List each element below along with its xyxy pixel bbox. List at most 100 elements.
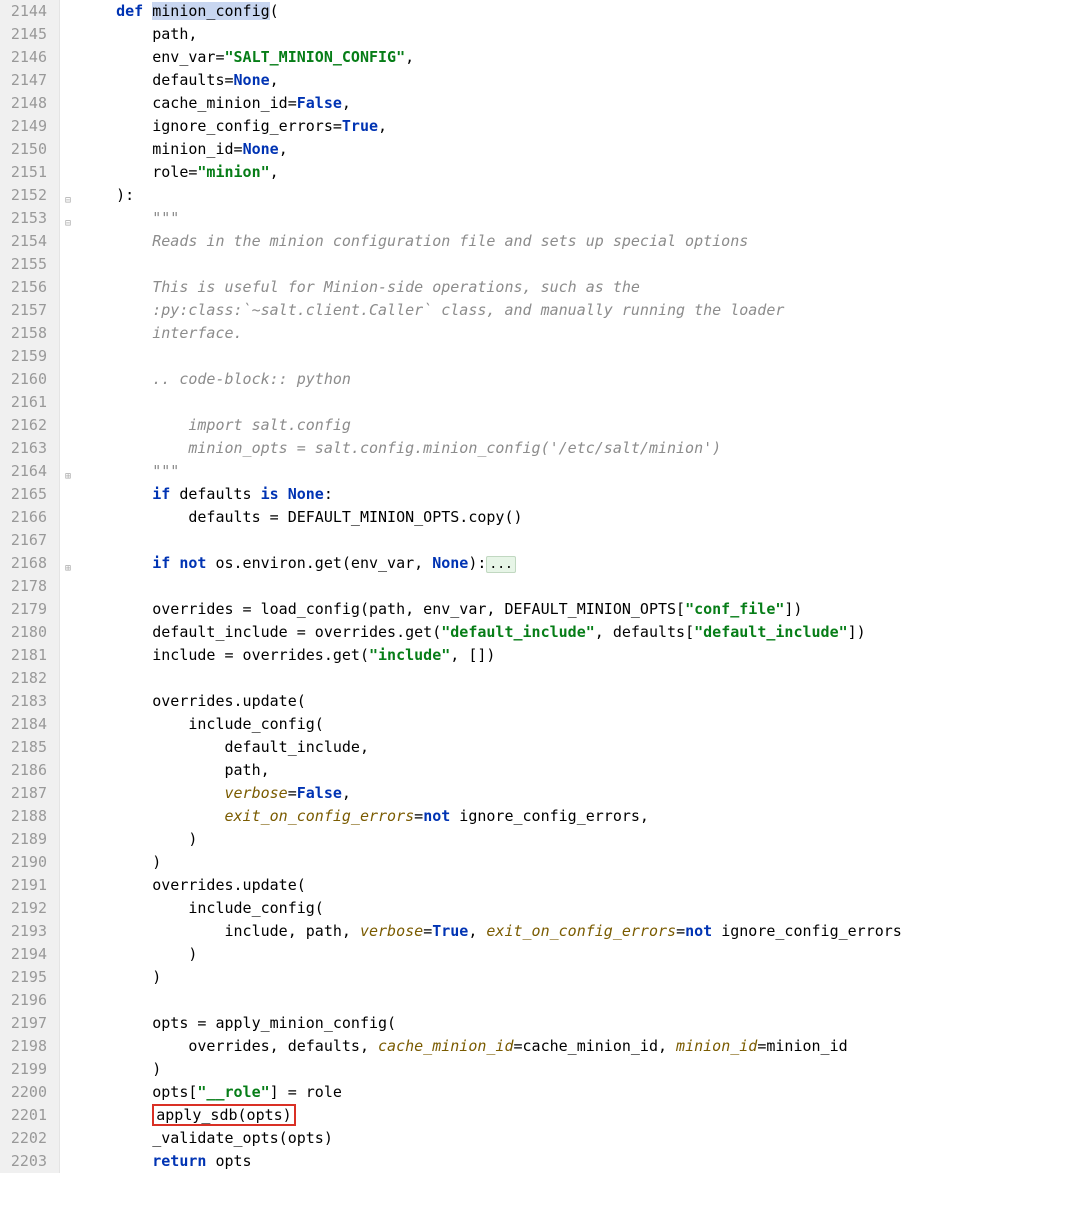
code-line[interactable] (80, 989, 1080, 1012)
code-line[interactable]: overrides, defaults, cache_minion_id=cac… (80, 1035, 1080, 1058)
code-line[interactable]: _validate_opts(opts) (80, 1127, 1080, 1150)
code-line[interactable] (80, 529, 1080, 552)
code-line[interactable]: opts = apply_minion_config( (80, 1012, 1080, 1035)
line-number[interactable]: 2192 (6, 897, 47, 920)
code-line[interactable]: default_include = overrides.get("default… (80, 621, 1080, 644)
code-line[interactable] (80, 667, 1080, 690)
line-number-gutter[interactable]: 2144214521462147214821492150215121522153… (0, 0, 60, 1173)
code-editor[interactable]: 2144214521462147214821492150215121522153… (0, 0, 1080, 1173)
code-line[interactable]: opts["__role"] = role (80, 1081, 1080, 1104)
line-number[interactable]: 2185 (6, 736, 47, 759)
line-number[interactable]: 2193 (6, 920, 47, 943)
line-number[interactable]: 2149 (6, 115, 47, 138)
code-line[interactable]: :py:class:`~salt.client.Caller` class, a… (80, 299, 1080, 322)
line-number[interactable]: 2162 (6, 414, 47, 437)
line-number[interactable]: 2191 (6, 874, 47, 897)
line-number[interactable]: 2156 (6, 276, 47, 299)
code-line[interactable]: overrides.update( (80, 874, 1080, 897)
line-number[interactable]: 2179 (6, 598, 47, 621)
code-line[interactable]: return opts (80, 1150, 1080, 1173)
code-line[interactable]: if not os.environ.get(env_var, None):... (80, 552, 1080, 575)
code-line[interactable]: minion_opts = salt.config.minion_config(… (80, 437, 1080, 460)
line-number[interactable]: 2195 (6, 966, 47, 989)
code-line[interactable]: exit_on_config_errors=not ignore_config_… (80, 805, 1080, 828)
line-number[interactable]: 2161 (6, 391, 47, 414)
line-number[interactable]: 2189 (6, 828, 47, 851)
code-line[interactable]: include_config( (80, 713, 1080, 736)
fold-toggle-icon[interactable]: ⊟ (62, 189, 74, 201)
code-line[interactable]: role="minion", (80, 161, 1080, 184)
line-number[interactable]: 2158 (6, 322, 47, 345)
line-number[interactable]: 2178 (6, 575, 47, 598)
line-number[interactable]: 2183 (6, 690, 47, 713)
code-line[interactable]: default_include, (80, 736, 1080, 759)
line-number[interactable]: 2155 (6, 253, 47, 276)
line-number[interactable]: 2151 (6, 161, 47, 184)
code-line[interactable] (80, 345, 1080, 368)
code-line[interactable]: This is useful for Minion-side operation… (80, 276, 1080, 299)
code-line[interactable]: ) (80, 943, 1080, 966)
line-number[interactable]: 2202 (6, 1127, 47, 1150)
code-line[interactable]: include_config( (80, 897, 1080, 920)
line-number[interactable]: 2187 (6, 782, 47, 805)
code-line[interactable]: overrides = load_config(path, env_var, D… (80, 598, 1080, 621)
line-number[interactable]: 2188 (6, 805, 47, 828)
line-number[interactable]: 2146 (6, 46, 47, 69)
code-line[interactable]: include = overrides.get("include", []) (80, 644, 1080, 667)
fold-toggle-icon[interactable]: ⊞ (62, 557, 74, 569)
line-number[interactable]: 2152 (6, 184, 47, 207)
code-line[interactable]: def minion_config( (80, 0, 1080, 23)
code-line[interactable] (80, 253, 1080, 276)
line-number[interactable]: 2200 (6, 1081, 47, 1104)
code-line[interactable]: """ (80, 207, 1080, 230)
code-line[interactable]: cache_minion_id=False, (80, 92, 1080, 115)
code-line[interactable]: path, (80, 23, 1080, 46)
line-number[interactable]: 2181 (6, 644, 47, 667)
line-number[interactable]: 2198 (6, 1035, 47, 1058)
line-number[interactable]: 2148 (6, 92, 47, 115)
fold-toggle-icon[interactable]: ⊞ (62, 465, 74, 477)
line-number[interactable]: 2159 (6, 345, 47, 368)
code-line[interactable]: path, (80, 759, 1080, 782)
code-line[interactable]: ) (80, 966, 1080, 989)
line-number[interactable]: 2194 (6, 943, 47, 966)
code-line[interactable] (80, 575, 1080, 598)
line-number[interactable]: 2163 (6, 437, 47, 460)
line-number[interactable]: 2165 (6, 483, 47, 506)
line-number[interactable]: 2180 (6, 621, 47, 644)
code-line[interactable]: ): (80, 184, 1080, 207)
code-line[interactable]: include, path, verbose=True, exit_on_con… (80, 920, 1080, 943)
line-number[interactable]: 2160 (6, 368, 47, 391)
code-line[interactable]: """ (80, 460, 1080, 483)
line-number[interactable]: 2168 (6, 552, 47, 575)
code-line[interactable] (80, 391, 1080, 414)
line-number[interactable]: 2203 (6, 1150, 47, 1173)
line-number[interactable]: 2153 (6, 207, 47, 230)
code-line[interactable]: overrides.update( (80, 690, 1080, 713)
line-number[interactable]: 2144 (6, 0, 47, 23)
line-number[interactable]: 2184 (6, 713, 47, 736)
line-number[interactable]: 2164 (6, 460, 47, 483)
code-line[interactable]: env_var="SALT_MINION_CONFIG", (80, 46, 1080, 69)
line-number[interactable]: 2145 (6, 23, 47, 46)
code-line[interactable]: minion_id=None, (80, 138, 1080, 161)
code-line[interactable]: .. code-block:: python (80, 368, 1080, 391)
code-line[interactable]: ) (80, 1058, 1080, 1081)
line-number[interactable]: 2196 (6, 989, 47, 1012)
line-number[interactable]: 2197 (6, 1012, 47, 1035)
code-area[interactable]: def minion_config( path, env_var="SALT_M… (78, 0, 1080, 1173)
line-number[interactable]: 2166 (6, 506, 47, 529)
code-line[interactable]: Reads in the minion configuration file a… (80, 230, 1080, 253)
code-line[interactable]: apply_sdb(opts) (80, 1104, 1080, 1127)
line-number[interactable]: 2154 (6, 230, 47, 253)
line-number[interactable]: 2147 (6, 69, 47, 92)
code-line[interactable]: defaults = DEFAULT_MINION_OPTS.copy() (80, 506, 1080, 529)
code-line[interactable]: ignore_config_errors=True, (80, 115, 1080, 138)
code-line[interactable]: ) (80, 828, 1080, 851)
line-number[interactable]: 2190 (6, 851, 47, 874)
line-number[interactable]: 2201 (6, 1104, 47, 1127)
line-number[interactable]: 2186 (6, 759, 47, 782)
line-number[interactable]: 2150 (6, 138, 47, 161)
line-number[interactable]: 2167 (6, 529, 47, 552)
line-number[interactable]: 2157 (6, 299, 47, 322)
